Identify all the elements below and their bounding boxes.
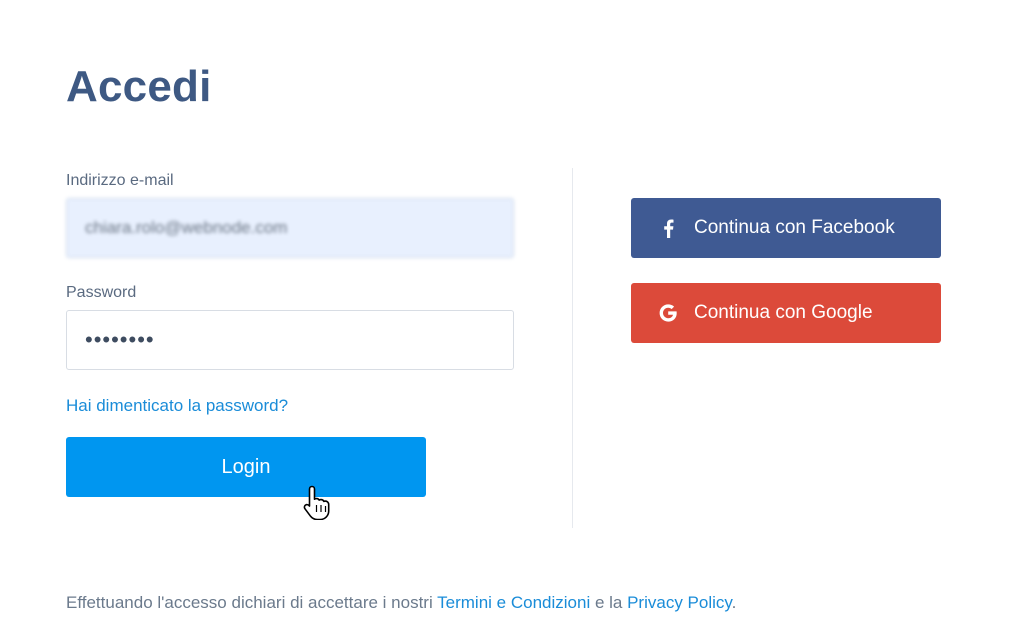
facebook-login-label: Continua con Facebook — [694, 217, 895, 238]
terms-notice-middle: e la — [590, 593, 628, 612]
forgot-password-link[interactable]: Hai dimenticato la password? — [66, 396, 288, 416]
password-field[interactable] — [66, 310, 514, 370]
email-label: Indirizzo e-mail — [66, 172, 174, 189]
column-divider — [572, 168, 573, 528]
privacy-link[interactable]: Privacy Policy — [627, 593, 732, 612]
terms-notice-end: . — [731, 593, 737, 612]
google-login-label: Continua con Google — [694, 302, 873, 323]
password-label: Password — [66, 284, 137, 301]
page-title: Accedi — [66, 62, 212, 111]
facebook-login-button[interactable]: Continua con Facebook — [631, 198, 941, 258]
terms-link[interactable]: Termini e Condizioni — [437, 593, 590, 612]
google-icon — [658, 303, 678, 323]
terms-notice: Effettuando l'accesso dichiari di accett… — [66, 593, 736, 613]
google-login-button[interactable]: Continua con Google — [631, 283, 941, 343]
login-button[interactable]: Login — [66, 437, 426, 497]
hand-pointer-icon — [303, 485, 330, 520]
facebook-icon — [658, 218, 678, 238]
terms-notice-text: Effettuando l'accesso dichiari di accett… — [66, 593, 438, 612]
email-field[interactable] — [66, 198, 514, 258]
